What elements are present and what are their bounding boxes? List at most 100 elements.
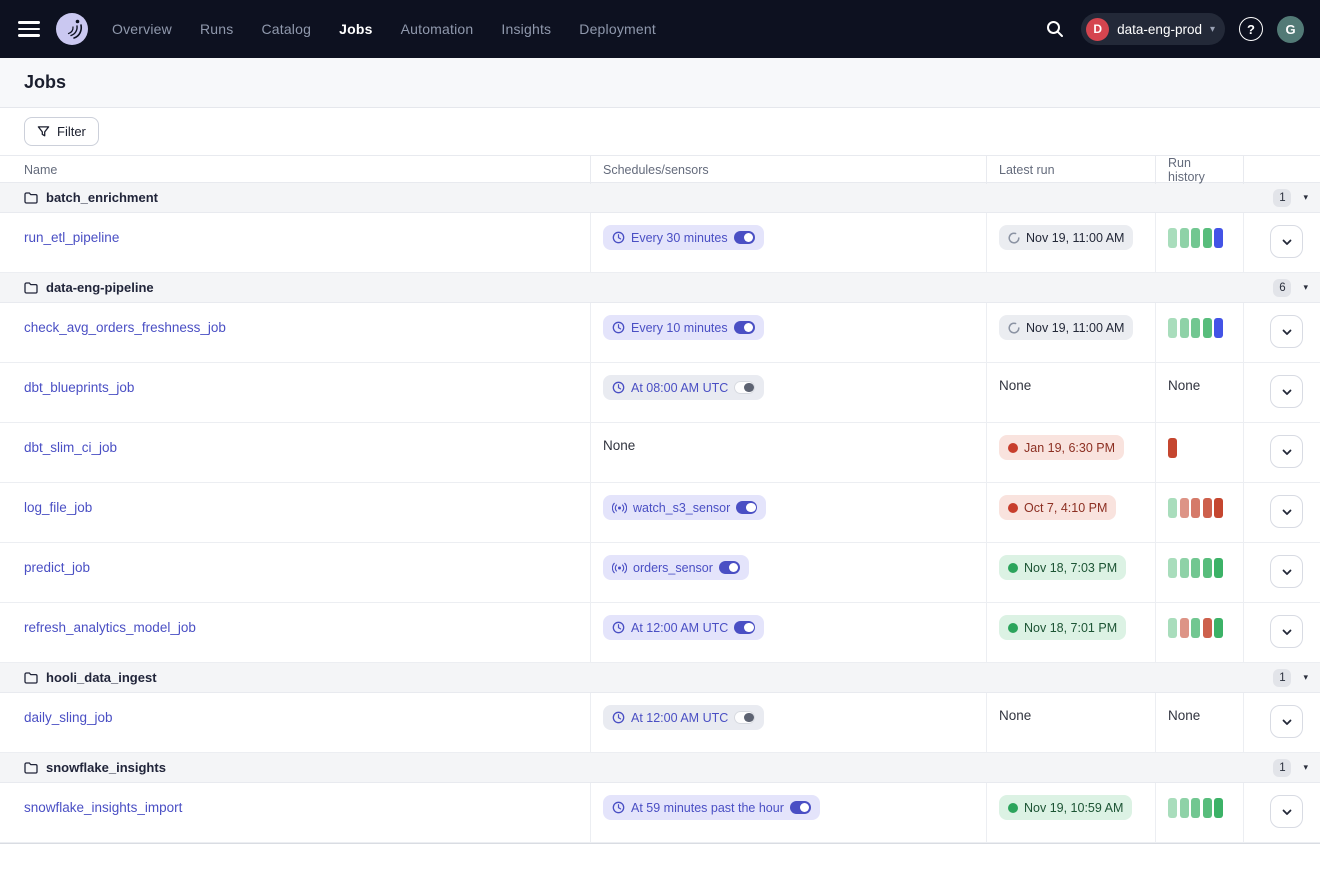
schedules-cell: Every 30 minutes	[590, 213, 986, 272]
run-history-bar-inprogress[interactable]	[1214, 228, 1223, 248]
sensor-chip[interactable]: orders_sensor	[603, 555, 749, 580]
job-link[interactable]: dbt_slim_ci_job	[24, 435, 117, 455]
run-history-bar-success[interactable]	[1203, 798, 1212, 818]
schedule-toggle[interactable]	[734, 231, 755, 244]
run-history-bar-failure[interactable]	[1203, 498, 1212, 518]
schedule-toggle[interactable]	[719, 561, 740, 574]
run-history-bar-failure[interactable]	[1180, 498, 1189, 518]
run-history-bar-success[interactable]	[1191, 618, 1200, 638]
job-name-cell: predict_job	[0, 543, 590, 602]
run-history-bar-success[interactable]	[1203, 228, 1212, 248]
schedule-toggle[interactable]	[790, 801, 811, 814]
job-link[interactable]: log_file_job	[24, 495, 92, 515]
run-history-bar-inprogress[interactable]	[1214, 318, 1223, 338]
schedule-toggle[interactable]	[734, 711, 755, 724]
row-expand-button[interactable]	[1270, 495, 1303, 528]
search-icon[interactable]	[1043, 17, 1067, 41]
run-history-bar-success[interactable]	[1191, 558, 1200, 578]
run-history-bar-success[interactable]	[1180, 318, 1189, 338]
latest-run-chip[interactable]: Jan 19, 6:30 PM	[999, 435, 1124, 460]
run-history-bar-success[interactable]	[1203, 318, 1212, 338]
run-history-bar-failure[interactable]	[1168, 438, 1177, 458]
schedule-toggle[interactable]	[734, 321, 755, 334]
job-name-cell: dbt_blueprints_job	[0, 363, 590, 422]
schedule-chip[interactable]: At 12:00 AM UTC	[603, 615, 764, 640]
schedule-chip[interactable]: Every 10 minutes	[603, 315, 764, 340]
nav-tab-runs[interactable]: Runs	[200, 21, 233, 37]
job-link[interactable]: run_etl_pipeline	[24, 225, 119, 245]
row-expand-button[interactable]	[1270, 705, 1303, 738]
run-history-bar-failure[interactable]	[1214, 498, 1223, 518]
nav-tab-deployment[interactable]: Deployment	[579, 21, 656, 37]
row-expand-button[interactable]	[1270, 435, 1303, 468]
group-collapse-caret-icon[interactable]: ▾	[1303, 282, 1308, 293]
run-history-bar-success[interactable]	[1180, 558, 1189, 578]
run-history-bar-failure[interactable]	[1203, 618, 1212, 638]
job-group-row[interactable]: batch_enrichment1▾	[0, 183, 1320, 213]
latest-run-cell: None	[986, 693, 1155, 752]
schedule-chip[interactable]: Every 30 minutes	[603, 225, 764, 250]
group-collapse-caret-icon[interactable]: ▾	[1303, 672, 1308, 683]
schedule-toggle[interactable]	[734, 621, 755, 634]
run-history-bar-success[interactable]	[1168, 618, 1177, 638]
job-name-cell: snowflake_insights_import	[0, 783, 590, 842]
group-collapse-caret-icon[interactable]: ▾	[1303, 762, 1308, 773]
schedule-toggle[interactable]	[736, 501, 757, 514]
schedule-chip[interactable]: At 59 minutes past the hour	[603, 795, 820, 820]
nav-tab-automation[interactable]: Automation	[401, 21, 474, 37]
row-expand-button[interactable]	[1270, 375, 1303, 408]
job-link[interactable]: snowflake_insights_import	[24, 795, 182, 815]
row-expand-button[interactable]	[1270, 615, 1303, 648]
schedule-toggle[interactable]	[734, 381, 755, 394]
row-expand-button[interactable]	[1270, 795, 1303, 828]
row-expand-button[interactable]	[1270, 225, 1303, 258]
latest-run-chip[interactable]: Nov 18, 7:03 PM	[999, 555, 1126, 580]
nav-tab-jobs[interactable]: Jobs	[339, 21, 372, 37]
run-history-bar-success[interactable]	[1191, 798, 1200, 818]
dagster-logo-icon[interactable]	[54, 11, 90, 47]
schedule-chip[interactable]: At 12:00 AM UTC	[603, 705, 764, 730]
job-link[interactable]: check_avg_orders_freshness_job	[24, 315, 226, 335]
run-history-bar-success[interactable]	[1168, 798, 1177, 818]
run-history-bar-success[interactable]	[1168, 498, 1177, 518]
latest-run-chip[interactable]: Nov 19, 11:00 AM	[999, 315, 1133, 340]
nav-tab-catalog[interactable]: Catalog	[261, 21, 311, 37]
row-expand-button[interactable]	[1270, 315, 1303, 348]
sensor-chip[interactable]: watch_s3_sensor	[603, 495, 766, 520]
run-history-bar-failure[interactable]	[1180, 618, 1189, 638]
job-group-row[interactable]: data-eng-pipeline6▾	[0, 273, 1320, 303]
schedule-chip[interactable]: At 08:00 AM UTC	[603, 375, 764, 400]
nav-tab-overview[interactable]: Overview	[112, 21, 172, 37]
latest-run-cell: Jan 19, 6:30 PM	[986, 423, 1155, 482]
nav-tab-insights[interactable]: Insights	[501, 21, 551, 37]
latest-run-chip[interactable]: Oct 7, 4:10 PM	[999, 495, 1116, 520]
run-history-bar-success[interactable]	[1180, 798, 1189, 818]
run-history-bar-success[interactable]	[1168, 228, 1177, 248]
run-history-bar-success[interactable]	[1168, 318, 1177, 338]
menu-icon[interactable]	[18, 21, 40, 37]
avatar[interactable]: G	[1277, 16, 1304, 43]
job-group-row[interactable]: hooli_data_ingest1▾	[0, 663, 1320, 693]
run-history-bar-success[interactable]	[1203, 558, 1212, 578]
run-history-bar-success[interactable]	[1168, 558, 1177, 578]
job-group-row[interactable]: snowflake_insights1▾	[0, 753, 1320, 783]
group-collapse-caret-icon[interactable]: ▾	[1303, 192, 1308, 203]
run-history-bar-success[interactable]	[1214, 558, 1223, 578]
latest-run-chip[interactable]: Nov 18, 7:01 PM	[999, 615, 1126, 640]
filter-button[interactable]: Filter	[24, 117, 99, 146]
latest-run-chip[interactable]: Nov 19, 10:59 AM	[999, 795, 1132, 820]
run-history-bar-success[interactable]	[1214, 798, 1223, 818]
job-link[interactable]: dbt_blueprints_job	[24, 375, 134, 395]
run-history-bar-failure[interactable]	[1191, 498, 1200, 518]
row-expand-button[interactable]	[1270, 555, 1303, 588]
run-history-bar-success[interactable]	[1191, 318, 1200, 338]
job-link[interactable]: refresh_analytics_model_job	[24, 615, 196, 635]
help-icon[interactable]: ?	[1239, 17, 1263, 41]
run-history-bar-success[interactable]	[1191, 228, 1200, 248]
run-history-bar-success[interactable]	[1180, 228, 1189, 248]
run-history-bar-success[interactable]	[1214, 618, 1223, 638]
job-link[interactable]: predict_job	[24, 555, 90, 575]
deployment-switcher[interactable]: D data-eng-prod ▾	[1081, 13, 1225, 45]
latest-run-chip[interactable]: Nov 19, 11:00 AM	[999, 225, 1133, 250]
job-link[interactable]: daily_sling_job	[24, 705, 113, 725]
